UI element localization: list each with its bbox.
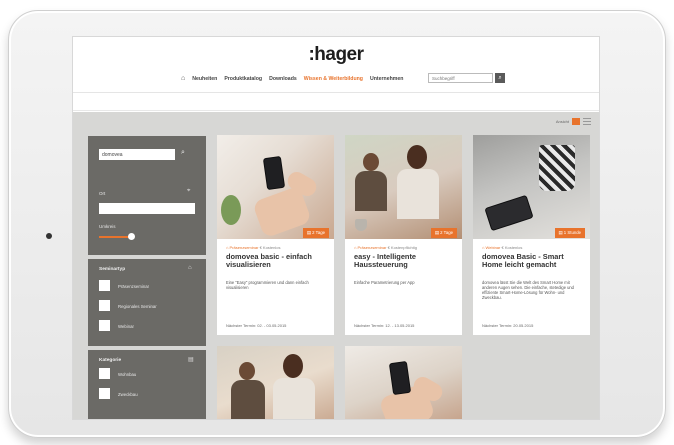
tablet-screen: :hager ⌂ Neuheiten Produktkatalog Downlo… — [72, 36, 600, 420]
view-switcher: Ansicht — [556, 118, 591, 125]
card-date: Nächster Termin: 12. - 13.05.2015 — [354, 323, 415, 328]
stage: :hager ⌂ Neuheiten Produktkatalog Downlo… — [0, 0, 674, 445]
duration-badge: ▤ 2 Tage — [430, 228, 457, 238]
ort-label: Ort — [99, 191, 106, 196]
kategorie-heading: Kategorie — [99, 358, 122, 363]
view-label: Ansicht — [555, 119, 569, 124]
checkbox-webinar[interactable] — [99, 320, 110, 331]
seminar-card[interactable]: ▤ 1 Stunde ⌂ Webinar € Kostenlos domovea… — [473, 135, 590, 335]
checkbox-zweckbau[interactable] — [99, 388, 110, 399]
checkbox-label: Wohnbau — [118, 372, 137, 377]
hager-logo[interactable]: :hager — [73, 44, 599, 66]
card-meta: ⌂ Präsenzseminar € Kostenlos — [226, 245, 281, 250]
seminar-card[interactable]: ▤ 2 Tage ⌂ Präsenzseminar € Kostenlos do… — [217, 135, 334, 335]
seminar-card[interactable]: ▤ 2 Tage ⌂ Präsenzseminar € Kostenpflich… — [345, 135, 462, 335]
checkbox-regionales-seminar[interactable] — [99, 300, 110, 311]
card-image — [345, 346, 462, 419]
card-description: Einfache Parametrierung per App — [354, 280, 415, 285]
duration-badge: ▤ 1 Stunde — [554, 228, 585, 238]
nav-item-wissen[interactable]: Wissen & Weiterbildung — [304, 76, 363, 82]
checkbox-wohnbau[interactable] — [99, 368, 110, 379]
content-area: Ansicht domovea ⌕ Ort ⌖ Umkreis Seminart… — [73, 112, 599, 419]
ort-input[interactable] — [99, 203, 195, 214]
main-nav: ⌂ Neuheiten Produktkatalog Downloads Wis… — [181, 75, 403, 82]
search-icon[interactable]: ⌕ — [495, 73, 505, 83]
card-image — [345, 135, 462, 239]
card-title[interactable]: easy - Intelligente Haussteuerung — [354, 253, 458, 269]
building-icon: ▤ — [188, 357, 194, 363]
nav-item-unternehmen[interactable]: Unternehmen — [370, 76, 403, 82]
subheader-band — [73, 93, 599, 111]
card-meta: ⌂ Präsenzseminar € Kostenpflichtig — [354, 245, 417, 250]
seminartyp-heading: Seminartyp — [99, 267, 126, 272]
nav-item-neuheiten[interactable]: Neuheiten — [192, 76, 217, 82]
filter-search-input[interactable]: domovea — [99, 149, 175, 160]
search-icon[interactable]: ⌕ — [181, 149, 185, 157]
grid-view-icon[interactable] — [572, 118, 580, 125]
card-title[interactable]: domovea Basic - Smart Home leicht gemach… — [482, 253, 586, 269]
camera-dot — [46, 233, 52, 239]
card-image — [217, 135, 334, 239]
filter-sidebar: domovea ⌕ Ort ⌖ Umkreis Seminartyp ⌂ Prä… — [88, 136, 206, 419]
site-header: :hager ⌂ Neuheiten Produktkatalog Downlo… — [73, 37, 599, 93]
card-meta: ⌂ Webinar € Kostenlos — [482, 245, 523, 250]
card-description: domovea lässt Sie die Welt des Smart Hom… — [482, 280, 574, 300]
card-date: Nächster Termin: 20.05.2015 — [482, 323, 534, 328]
card-description: Eine "Easy" programmieren und dann einfa… — [226, 280, 309, 290]
checkbox-praesenzseminar[interactable] — [99, 280, 110, 291]
checkbox-label: Webinar — [118, 324, 134, 329]
duration-badge: ▤ 2 Tage — [302, 228, 329, 238]
seminar-card[interactable] — [217, 346, 334, 419]
sidebar-divider — [88, 346, 206, 350]
radius-slider-handle[interactable] — [128, 233, 135, 240]
card-date: Nächster Termin: 02. - 03.05.2015 — [226, 323, 287, 328]
nav-item-produktkatalog[interactable]: Produktkatalog — [224, 76, 262, 82]
seminar-card[interactable] — [345, 346, 462, 419]
sidebar-divider — [88, 255, 206, 259]
nav-item-downloads[interactable]: Downloads — [269, 76, 297, 82]
list-view-icon[interactable] — [583, 118, 591, 125]
card-image — [473, 135, 590, 239]
checkbox-label: Zweckbau — [118, 392, 138, 397]
bell-icon: ⌂ — [188, 265, 192, 271]
checkbox-label: Regionales Seminar — [118, 304, 157, 309]
card-image — [217, 346, 334, 419]
umkreis-label: Umkreis — [99, 224, 116, 229]
checkbox-label: Präsenzseminar — [118, 284, 150, 289]
home-icon[interactable]: ⌂ — [181, 75, 185, 82]
card-title[interactable]: domovea basic - einfach visualisieren — [226, 253, 330, 269]
location-pin-icon[interactable]: ⌖ — [187, 188, 190, 195]
header-search-input[interactable]: Suchbegriff — [428, 73, 493, 83]
